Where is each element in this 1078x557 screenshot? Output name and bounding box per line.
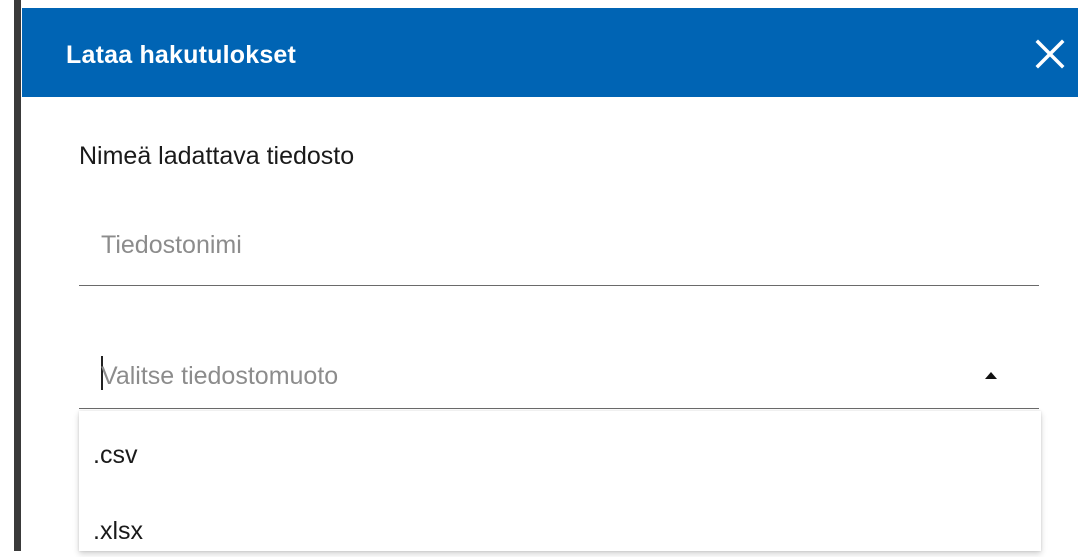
- file-format-placeholder: Valitse tiedostomuoto: [101, 362, 339, 390]
- background-overlay-edge: [0, 0, 22, 551]
- close-button[interactable]: [1030, 34, 1070, 74]
- format-option-csv[interactable]: .csv: [79, 411, 1041, 481]
- close-icon: [1035, 39, 1065, 69]
- file-format-dropdown: .csv .xlsx: [79, 411, 1041, 551]
- format-option-label: .xlsx: [93, 517, 143, 545]
- format-option-xlsx[interactable]: .xlsx: [79, 487, 1041, 557]
- dialog-header: Lataa hakutulokset: [22, 8, 1078, 97]
- filename-field: [79, 223, 1041, 286]
- dialog-title: Lataa hakutulokset: [66, 41, 297, 69]
- file-format-select[interactable]: Valitse tiedostomuoto: [79, 348, 1039, 409]
- format-option-label: .csv: [93, 441, 138, 469]
- chevron-up-icon[interactable]: [980, 368, 1002, 382]
- download-results-dialog: Lataa hakutulokset Nimeä ladattava tiedo…: [22, 8, 1078, 551]
- filename-section-label: Nimeä ladattava tiedosto: [79, 142, 355, 170]
- filename-input[interactable]: [79, 223, 1041, 267]
